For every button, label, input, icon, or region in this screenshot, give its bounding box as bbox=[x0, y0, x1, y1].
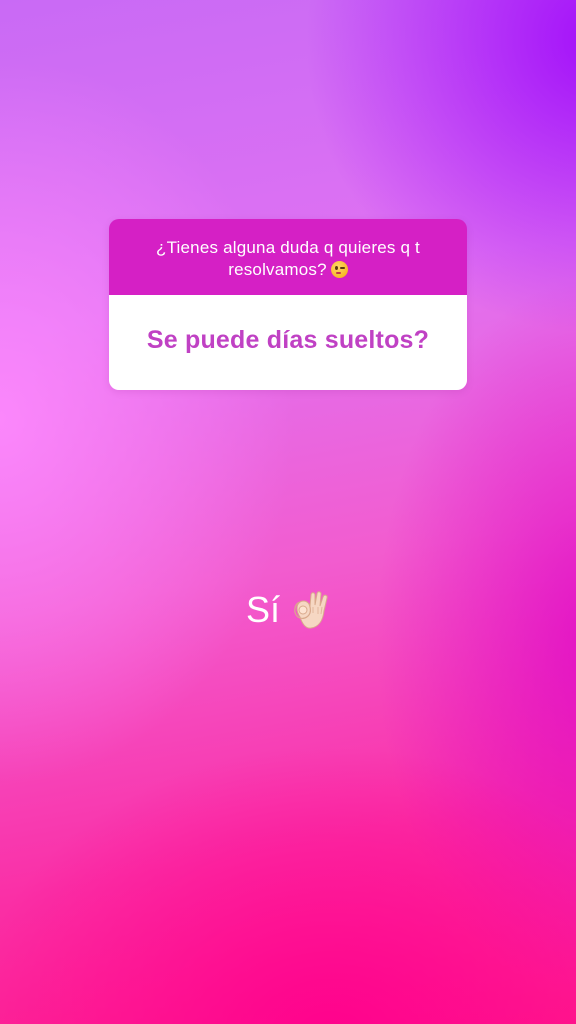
answer-text: Se puede días sueltos? bbox=[146, 326, 430, 354]
reply-caption: Sí bbox=[0, 588, 576, 632]
question-sticker[interactable]: ¿Tienes alguna duda q quieres q t resolv… bbox=[109, 219, 467, 390]
question-header: ¿Tienes alguna duda q quieres q t resolv… bbox=[109, 219, 467, 295]
winking-face-icon bbox=[330, 261, 348, 278]
answer-area: Se puede días sueltos? bbox=[109, 295, 467, 390]
question-text-wrap: ¿Tienes alguna duda q quieres q t resolv… bbox=[145, 237, 431, 281]
question-text: ¿Tienes alguna duda q quieres q t resolv… bbox=[156, 238, 420, 279]
story-background bbox=[0, 0, 576, 1024]
ok-hand-icon bbox=[290, 589, 330, 631]
reply-text: Sí bbox=[245, 589, 280, 630]
